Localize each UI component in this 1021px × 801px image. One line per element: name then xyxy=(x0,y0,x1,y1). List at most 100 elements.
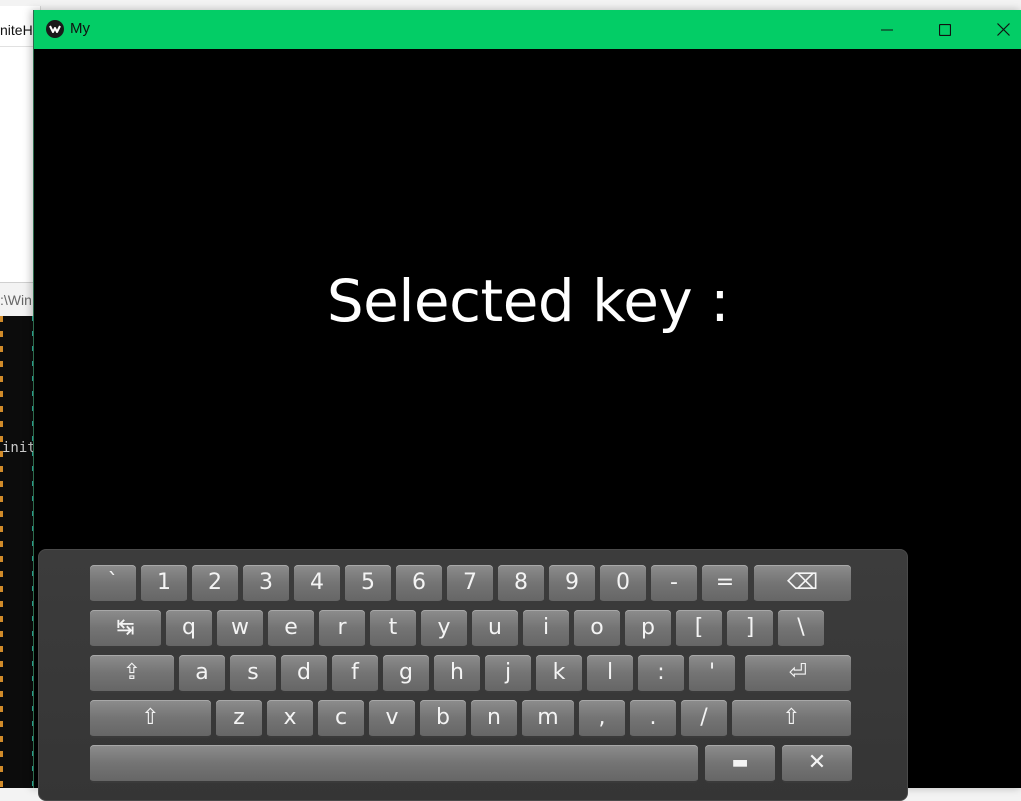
key-m[interactable]: m xyxy=(522,700,574,738)
key-space[interactable] xyxy=(90,745,698,783)
key-bracket-left[interactable]: [ xyxy=(676,610,722,648)
key-slash[interactable]: / xyxy=(681,700,727,738)
key-i[interactable]: i xyxy=(523,610,569,648)
close-button[interactable] xyxy=(974,10,1021,49)
key-d[interactable]: d xyxy=(281,655,327,693)
key-label: p xyxy=(641,615,655,640)
key-label: h xyxy=(450,660,464,685)
key-label: 9 xyxy=(565,570,579,595)
key-4[interactable]: 4 xyxy=(294,565,340,603)
key-label: l xyxy=(606,660,614,685)
key-y[interactable]: y xyxy=(421,610,467,648)
key-label: y xyxy=(437,615,451,640)
key-backtick[interactable]: ` xyxy=(90,565,136,603)
key-colon[interactable]: : xyxy=(638,655,684,693)
key-equals[interactable]: = xyxy=(702,565,748,603)
key-o[interactable]: o xyxy=(574,610,620,648)
key-w[interactable]: w xyxy=(217,610,263,648)
key-x[interactable]: x xyxy=(267,700,313,738)
key-c[interactable]: c xyxy=(318,700,364,738)
app-content: Selected key : ` 1 2 3 4 5 6 7 8 9 0 - =… xyxy=(34,49,1021,801)
key-label: d xyxy=(297,660,311,685)
selected-key-label: Selected key : xyxy=(326,267,730,335)
key-label: 8 xyxy=(514,570,528,595)
key-layout[interactable]: ▬ xyxy=(705,745,775,783)
key-0[interactable]: 0 xyxy=(600,565,646,603)
key-s[interactable]: s xyxy=(230,655,276,693)
key-label: [ xyxy=(694,615,704,640)
shift-icon: ⇧ xyxy=(782,705,801,730)
key-label: j xyxy=(504,660,512,685)
key-7[interactable]: 7 xyxy=(447,565,493,603)
key-label: i xyxy=(542,615,550,640)
key-quote[interactable]: ' xyxy=(689,655,735,693)
key-a[interactable]: a xyxy=(179,655,225,693)
key-comma[interactable]: , xyxy=(579,700,625,738)
close-icon xyxy=(996,23,1010,36)
key-1[interactable]: 1 xyxy=(141,565,187,603)
close-keyboard-icon: ✕ xyxy=(807,750,827,775)
key-v[interactable]: v xyxy=(369,700,415,738)
key-2[interactable]: 2 xyxy=(192,565,238,603)
key-f[interactable]: f xyxy=(332,655,378,693)
key-q[interactable]: q xyxy=(166,610,212,648)
tab-icon: ↹ xyxy=(116,615,135,640)
minimize-icon xyxy=(881,29,893,30)
key-label: n xyxy=(487,705,501,730)
key-5[interactable]: 5 xyxy=(345,565,391,603)
key-label: a xyxy=(195,660,209,685)
key-9[interactable]: 9 xyxy=(549,565,595,603)
app-logo-icon xyxy=(46,20,64,38)
key-close-keyboard[interactable]: ✕ xyxy=(782,745,852,783)
key-j[interactable]: j xyxy=(485,655,531,693)
key-u[interactable]: u xyxy=(472,610,518,648)
key-label: \ xyxy=(797,615,805,640)
key-label: x xyxy=(283,705,297,730)
virtual-keyboard: ` 1 2 3 4 5 6 7 8 9 0 - = ⌫ ↹ q w e r t … xyxy=(38,549,908,801)
key-h[interactable]: h xyxy=(434,655,480,693)
key-label: z xyxy=(233,705,245,730)
key-tab[interactable]: ↹ xyxy=(90,610,161,648)
key-shift-left[interactable]: ⇧ xyxy=(90,700,211,738)
key-capslock[interactable]: ⇪ xyxy=(90,655,174,693)
key-label: r xyxy=(337,615,347,640)
key-p[interactable]: p xyxy=(625,610,671,648)
key-label: ' xyxy=(708,660,716,685)
key-label: ` xyxy=(107,570,119,595)
key-label: 1 xyxy=(157,570,171,595)
key-3[interactable]: 3 xyxy=(243,565,289,603)
capslock-icon: ⇪ xyxy=(122,660,142,685)
key-e[interactable]: e xyxy=(268,610,314,648)
key-k[interactable]: k xyxy=(536,655,582,693)
key-enter[interactable]: ⏎ xyxy=(745,655,851,693)
key-b[interactable]: b xyxy=(420,700,466,738)
key-period[interactable]: . xyxy=(630,700,676,738)
key-backslash[interactable]: \ xyxy=(778,610,824,648)
key-label: / xyxy=(700,705,708,730)
key-minus[interactable]: - xyxy=(651,565,697,603)
key-label: 2 xyxy=(208,570,222,595)
key-shift-right[interactable]: ⇧ xyxy=(732,700,851,738)
maximize-button[interactable] xyxy=(916,10,974,49)
key-n[interactable]: n xyxy=(471,700,517,738)
key-g[interactable]: g xyxy=(383,655,429,693)
key-label: - xyxy=(670,570,678,595)
key-label: s xyxy=(247,660,259,685)
minimize-button[interactable] xyxy=(858,10,916,49)
key-r[interactable]: r xyxy=(319,610,365,648)
key-l[interactable]: l xyxy=(587,655,633,693)
key-backspace[interactable]: ⌫ xyxy=(754,565,851,603)
key-t[interactable]: t xyxy=(370,610,416,648)
key-label: w xyxy=(231,615,249,640)
title-bar[interactable]: My xyxy=(34,10,1021,49)
terminal-line-markers xyxy=(0,316,3,788)
terminal-path: :\Win xyxy=(0,292,32,308)
key-8[interactable]: 8 xyxy=(498,565,544,603)
key-label: = xyxy=(715,570,735,595)
layout-icon: ▬ xyxy=(731,752,749,773)
key-z[interactable]: z xyxy=(216,700,262,738)
key-bracket-right[interactable]: ] xyxy=(727,610,773,648)
key-label: t xyxy=(388,615,398,640)
key-6[interactable]: 6 xyxy=(396,565,442,603)
key-label: 6 xyxy=(412,570,426,595)
